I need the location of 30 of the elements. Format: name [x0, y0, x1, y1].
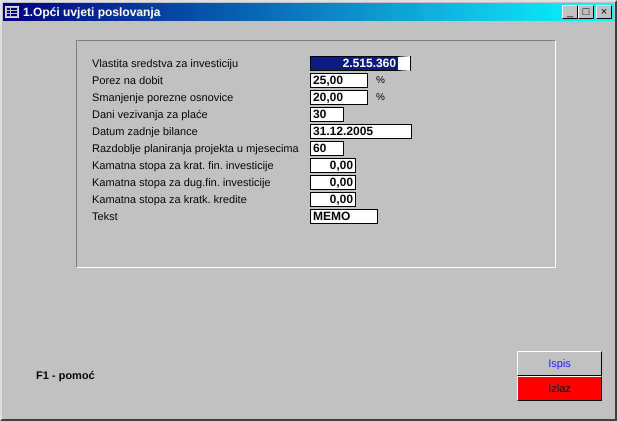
unit-label: %	[376, 75, 385, 86]
input-field[interactable]: 60	[310, 141, 344, 156]
print-button[interactable]: Ispis	[517, 351, 602, 376]
field-label: Datum zadnje bilance	[92, 126, 199, 138]
input-field[interactable]: 30	[310, 107, 344, 122]
minimize-button[interactable]: _	[562, 5, 578, 19]
field-label: Kamatna stopa za kratk. kredite	[92, 194, 248, 206]
field-label: Porez na dobit	[92, 74, 164, 86]
help-hint: F1 - pomoć	[36, 370, 95, 382]
window-title: 1.Opći uvjeti poslovanja	[23, 5, 162, 19]
field-label: Vlastita sredstva za investiciju	[92, 58, 240, 70]
exit-button[interactable]: Izlaz	[517, 376, 602, 401]
input-field[interactable]: 0,00	[310, 158, 356, 173]
field-label: Razdoblje planiranja projekta u mjesecima	[92, 142, 300, 154]
input-field[interactable]: 2.515.360	[310, 56, 410, 71]
input-field[interactable]: 20,00	[310, 90, 368, 105]
window-icon	[5, 6, 19, 18]
close-button[interactable]: ×	[596, 5, 612, 19]
input-field[interactable]: 31.12.2005	[310, 124, 412, 139]
field-label: Dani vezivanja za plaće	[92, 108, 209, 120]
input-field[interactable]: 25,00	[310, 73, 368, 88]
field-label: Tekst	[92, 210, 119, 222]
field-label: Kamatna stopa za dug.fin. investicije	[92, 176, 272, 188]
unit-label: %	[376, 92, 385, 103]
input-field[interactable]: 0,00	[310, 175, 356, 190]
field-label: Smanjenje porezne osnovice	[92, 92, 234, 104]
input-field[interactable]: 0,00	[310, 192, 356, 207]
maximize-button[interactable]: □	[578, 5, 594, 19]
input-field[interactable]: MEMO	[310, 209, 378, 224]
field-label: Kamatna stopa za krat. fin. investicije	[92, 160, 275, 172]
